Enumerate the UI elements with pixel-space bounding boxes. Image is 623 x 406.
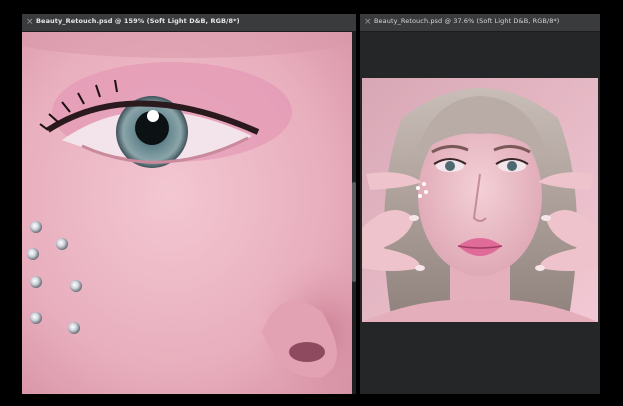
- eye-closeup-image: [22, 32, 352, 394]
- close-tab-icon[interactable]: ×: [26, 16, 34, 28]
- document-tab-left[interactable]: × Beauty_Retouch.psd @ 159% (Soft Light …: [22, 14, 356, 32]
- scrollbar-thumb[interactable]: [352, 182, 356, 282]
- document-tab-title: Beauty_Retouch.psd @ 37.6% (Soft Light D…: [374, 17, 560, 25]
- document-canvas-right[interactable]: [360, 32, 600, 394]
- document-tab-title: Beauty_Retouch.psd @ 159% (Soft Light D&…: [36, 17, 240, 25]
- portrait-image: [362, 78, 598, 322]
- close-tab-icon[interactable]: ×: [364, 16, 372, 28]
- document-canvas-left[interactable]: [22, 32, 352, 394]
- document-window-left: × Beauty_Retouch.psd @ 159% (Soft Light …: [22, 14, 356, 394]
- vertical-scrollbar[interactable]: [352, 32, 356, 394]
- document-window-right: × Beauty_Retouch.psd @ 37.6% (Soft Light…: [360, 14, 600, 394]
- document-tab-right[interactable]: × Beauty_Retouch.psd @ 37.6% (Soft Light…: [360, 14, 600, 32]
